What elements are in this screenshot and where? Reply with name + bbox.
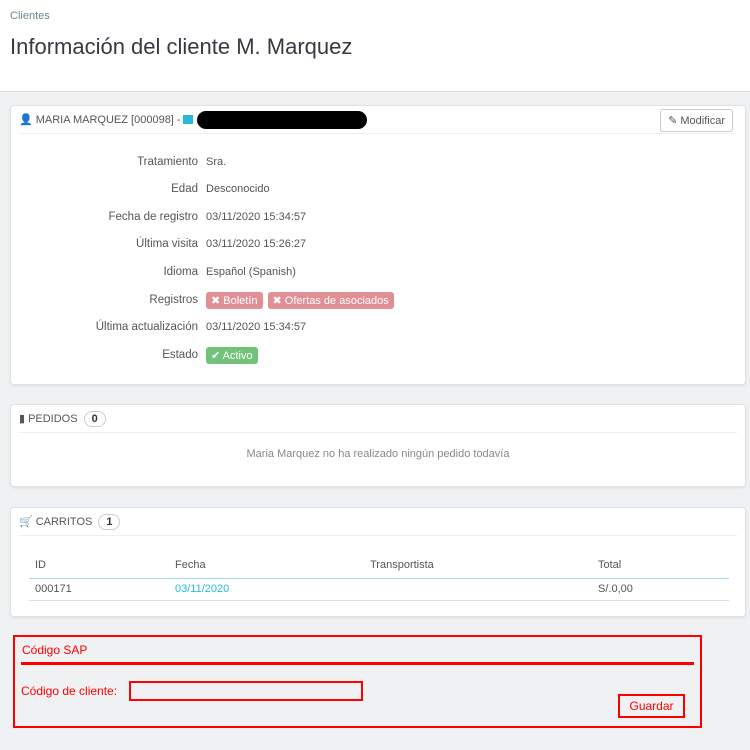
field-row: Última actualización 03/11/2020 15:34:57 (11, 317, 747, 337)
column-header-date: Fecha (169, 553, 364, 579)
field-value: Español (Spanish) (206, 266, 296, 278)
carts-count-badge: 1 (98, 513, 121, 530)
redacted-email (196, 110, 367, 129)
field-label: Última actualización (95, 321, 198, 333)
customer-panel: 👤 MARIA MARQUEZ [000098] - ✎ Modificar T… (10, 105, 746, 385)
field-label: Idioma (163, 266, 198, 278)
field-label: Tratamiento (137, 156, 198, 168)
orders-heading: Pedidos (28, 412, 78, 425)
client-code-label: Código de cliente: (21, 684, 118, 698)
shopping-cart-icon: 🛒 (19, 516, 33, 528)
edit-label: Modificar (680, 115, 725, 127)
field-value: 03/11/2020 15:34:57 (206, 211, 307, 223)
carts-panel: 🛒 Carritos 1 ID Fecha Transportista Total 0… (10, 507, 746, 617)
field-row: Edad Desconocido (11, 179, 747, 199)
customer-panel-header: 👤 MARIA MARQUEZ [000098] - ✎ Modificar (19, 106, 737, 134)
file-icon: ▮ (19, 413, 26, 425)
customer-heading: MARIA MARQUEZ [000098] - (35, 113, 181, 126)
client-code-input[interactable] (129, 681, 363, 701)
edit-button[interactable]: ✎ Modificar (660, 109, 733, 132)
field-value: Desconocido (206, 183, 270, 195)
carts-table: ID Fecha Transportista Total 000171 03/11/20… (29, 553, 729, 601)
page-header: Clientes Información del cliente M. Marq… (0, 0, 750, 92)
partner-offers-badge: ✖ Ofertas de asociados (267, 291, 394, 309)
breadcrumb[interactable]: Clientes (10, 10, 50, 22)
cart-total: S/.0,00 (592, 578, 729, 601)
column-header-carrier: Transportista (364, 553, 592, 579)
field-value: 03/11/2020 15:26:27 (206, 238, 307, 250)
column-header-id: ID (29, 553, 169, 579)
field-row: Tratamiento Sra. (11, 152, 747, 172)
email-icon (182, 115, 193, 124)
sap-heading: Código SAP (22, 643, 88, 657)
field-row: Registros ✖ Boletín ✖ Ofertas de asociados (11, 290, 747, 310)
orders-count-badge: 0 (83, 410, 106, 427)
field-value: 03/11/2020 15:34:57 (206, 321, 307, 333)
carts-panel-header: 🛒 Carritos 1 (19, 508, 737, 536)
cart-carrier (364, 578, 592, 601)
field-row: Idioma Español (Spanish) (11, 262, 747, 282)
field-row: Estado ✔ Activo (11, 345, 747, 365)
field-label: Estado (162, 349, 198, 361)
sap-divider (21, 662, 694, 665)
page-title: Información del cliente M. Marquez (10, 34, 353, 59)
cart-id: 000171 (29, 578, 169, 601)
table-row[interactable]: 000171 03/11/2020 S/.0,00 (29, 578, 729, 601)
orders-empty-message: Maria Marquez no ha realizado ningún ped… (246, 448, 510, 460)
user-icon: 👤 (19, 114, 33, 126)
save-button[interactable]: Guardar (618, 694, 685, 718)
field-row: Última visita 03/11/2020 15:26:27 (11, 234, 747, 254)
field-label: Edad (171, 183, 198, 195)
field-label: Última visita (136, 238, 198, 250)
edit-icon: ✎ (668, 115, 681, 127)
field-row: Fecha de registro 03/11/2020 15:34:57 (11, 207, 747, 227)
carts-heading: Carritos (35, 515, 93, 528)
field-label: Fecha de registro (108, 211, 199, 223)
field-label: Registros (149, 294, 198, 306)
sap-code-section: Código SAP Código de cliente: Guardar (13, 635, 702, 728)
newsletter-badge: ✖ Boletín (206, 291, 263, 309)
column-header-total: Total (592, 553, 729, 579)
orders-panel-header: ▮ Pedidos 0 (19, 405, 737, 433)
orders-panel: ▮ Pedidos 0 Maria Marquez no ha realizad… (10, 404, 746, 487)
status-badge: ✔ Activo (206, 346, 258, 364)
field-value: Sra. (206, 156, 227, 168)
cart-date-link[interactable]: 03/11/2020 (175, 583, 229, 595)
